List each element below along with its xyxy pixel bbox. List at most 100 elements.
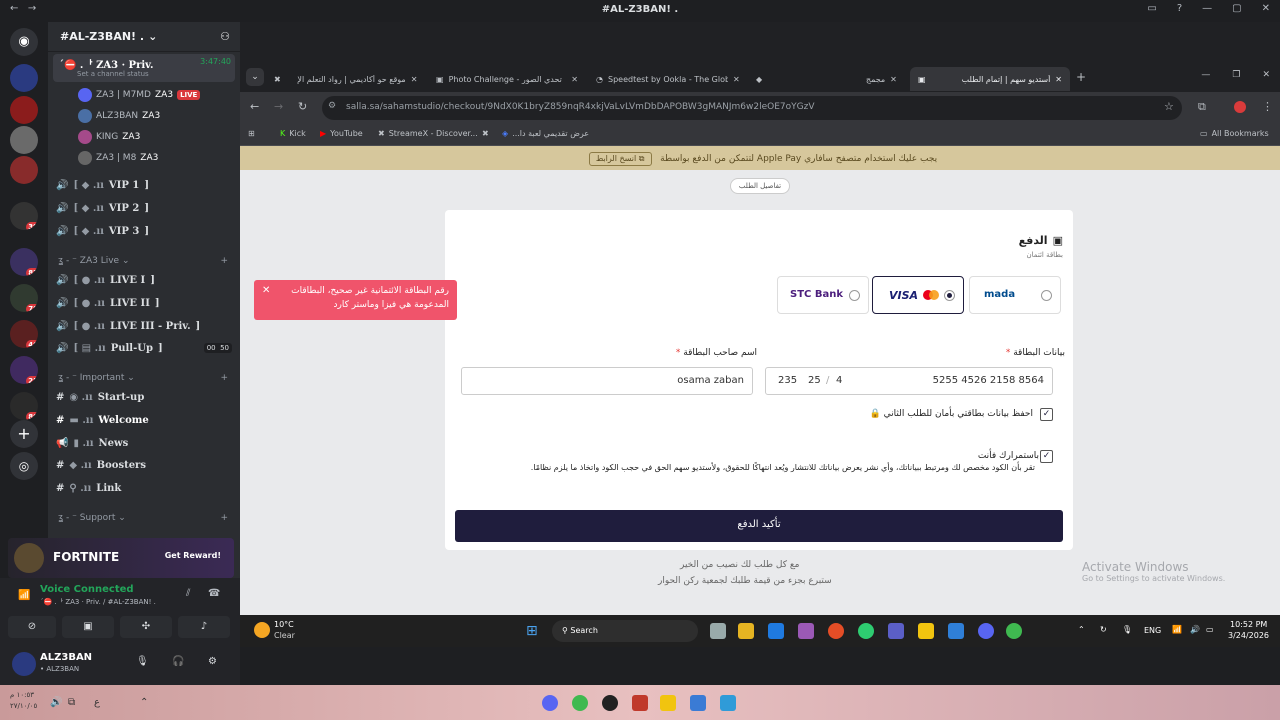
maximize-button[interactable]: ▢ xyxy=(1232,3,1241,14)
server-icon[interactable] xyxy=(10,96,38,124)
active-voice-channel[interactable]: ´⛔ .ᅡ ZA3 · Priv. 3:47:40 Set a channel … xyxy=(53,54,235,82)
channel-status[interactable]: Set a channel status xyxy=(77,70,149,78)
chrome-icon[interactable] xyxy=(828,623,844,639)
tab-close-icon[interactable]: ✕ xyxy=(411,75,418,84)
card-number-input[interactable]: 5255 4526 2158 8564 xyxy=(933,375,1044,386)
voice-channel-vip2[interactable]: 🔊[ ◆ .ıı VIP 2 ] xyxy=(56,198,234,218)
server-icon[interactable]: 25 xyxy=(10,356,38,384)
server-icon[interactable]: 82 xyxy=(10,248,38,276)
agree-checkbox[interactable]: ✓ xyxy=(1040,450,1053,463)
apps-grid-icon[interactable]: ⊞ xyxy=(248,129,255,138)
forward-icon[interactable]: → xyxy=(274,100,283,113)
copy-link-button[interactable]: انسخ الرابط ⧉ xyxy=(588,152,652,166)
headphones-icon[interactable]: 🎧 xyxy=(172,656,184,667)
text-channel-startup[interactable]: # ◉ .ıı Start-up xyxy=(56,387,234,407)
weather-icon[interactable] xyxy=(254,622,270,638)
radio[interactable] xyxy=(1041,290,1052,301)
expiry-year-input[interactable]: 25 xyxy=(808,375,821,386)
add-server-icon[interactable]: + xyxy=(10,420,38,448)
bookmark-star-icon[interactable]: ☆ xyxy=(1164,100,1174,113)
start-icon[interactable]: ⊞ xyxy=(526,623,538,639)
text-channel-link[interactable]: # ⚲ .ıı Link xyxy=(56,478,234,498)
tab-search-button[interactable]: ⌄ xyxy=(246,68,264,86)
tab-saham-studio[interactable]: ▣ أستديو سهم | إتمام الطلب ✕ xyxy=(910,67,1070,91)
file-explorer-icon[interactable] xyxy=(918,623,934,639)
discover-icon[interactable]: ◎ xyxy=(10,452,38,480)
server-icon[interactable] xyxy=(10,126,38,154)
tab-close-icon[interactable]: ✕ xyxy=(1055,75,1062,84)
tab-speedtest[interactable]: ◔ Speedtest by Ookla - The Globa ✕ xyxy=(588,67,748,91)
username[interactable]: ALZ3BAN xyxy=(40,652,92,663)
tab-close-icon[interactable]: ✕ xyxy=(733,75,740,84)
bookmark-presentation[interactable]: ◈ عرض تقديمي لعبة دا... xyxy=(502,129,589,138)
voice-member[interactable]: ZA3 | M8 ZA3 xyxy=(78,151,158,165)
server-icon[interactable]: 46 xyxy=(10,320,38,348)
tab-close-icon[interactable]: ✕ xyxy=(890,75,897,84)
clock-time[interactable]: 10:52 PM xyxy=(1230,620,1267,629)
method-visa-mastercard[interactable]: VISA xyxy=(872,276,964,314)
close-button[interactable]: ✕ xyxy=(1262,70,1270,80)
activities-button[interactable]: ✣ xyxy=(120,616,172,638)
voice-channel-live3[interactable]: 🔊[ ● .ıı LIVE III - Priv. ] xyxy=(56,316,234,336)
inbox-icon[interactable]: ▭ xyxy=(1147,3,1156,14)
app-icon[interactable] xyxy=(948,623,964,639)
microphone-icon[interactable]: 🎙 xyxy=(136,656,149,667)
keyboard-icon[interactable]: ع xyxy=(94,697,100,708)
minimize-button[interactable]: — xyxy=(1201,70,1210,80)
voice-member[interactable]: ZA3 | M7MD ZA3 LIVE xyxy=(78,88,201,102)
chrome-active-icon[interactable] xyxy=(1006,623,1022,639)
chrome-icon[interactable] xyxy=(572,695,588,711)
discord-home-icon[interactable]: ◉ xyxy=(10,28,38,56)
task-view-icon[interactable] xyxy=(710,623,726,639)
bookmark-streamex[interactable]: ✖ StreameX - Discover... xyxy=(378,129,478,138)
camera-off-button[interactable]: ⊘ xyxy=(8,616,56,638)
category-za3-live[interactable]: ʓ - ⁻ ZA3 Live ⌄ + xyxy=(58,256,228,266)
help-icon[interactable]: ? xyxy=(1177,3,1182,14)
avatar[interactable] xyxy=(12,652,36,676)
voice-status[interactable]: Voice Connected xyxy=(40,584,134,595)
category-support[interactable]: ʓ - ⁻ Support ⌄ + xyxy=(58,513,228,523)
voice-channel-pullup[interactable]: 🔊[ ▤ .ıı Pull-Up ] 00 50 xyxy=(56,338,234,358)
profile-icon[interactable] xyxy=(1234,101,1246,113)
menu-icon[interactable]: ⋮ xyxy=(1262,100,1273,113)
promo-banner[interactable]: FORTNITE Get Reward! xyxy=(8,538,234,578)
expiry-month-input[interactable]: 4 xyxy=(836,375,842,386)
confirm-payment-button[interactable]: تأكيد الدفع xyxy=(455,510,1063,542)
all-bookmarks[interactable]: ▭ All Bookmarks xyxy=(1200,129,1269,138)
order-details-button[interactable]: تفاصيل الطلب xyxy=(730,178,790,194)
voice-member[interactable]: KING ZA3 xyxy=(78,130,140,144)
bookmark-kick[interactable]: K Kick xyxy=(280,129,306,138)
tab-close-icon[interactable]: ✕ xyxy=(571,75,578,84)
close-button[interactable]: ✕ xyxy=(1262,3,1270,14)
chevron-up-icon[interactable]: ⌃ xyxy=(140,697,148,708)
reload-icon[interactable]: ↻ xyxy=(298,100,307,113)
obs-icon[interactable] xyxy=(602,695,618,711)
teams-icon[interactable] xyxy=(888,623,904,639)
add-channel-icon[interactable]: + xyxy=(220,513,228,523)
settings-gear-icon[interactable]: ⚙ xyxy=(208,656,217,667)
weather-temp[interactable]: 10°C xyxy=(274,620,294,629)
server-header[interactable]: #AL-Z3BAN! . ⌄ ⚇ xyxy=(48,22,240,52)
acrobat-icon[interactable] xyxy=(632,695,648,711)
tray-mic-icon[interactable]: 🎙 xyxy=(1122,625,1132,634)
discord-icon[interactable] xyxy=(542,695,558,711)
copilot-icon[interactable] xyxy=(798,623,814,639)
toast-close-icon[interactable]: ✕ xyxy=(262,284,270,298)
text-channel-welcome[interactable]: # ▬ .ıı Welcome xyxy=(56,410,234,430)
extensions-icon[interactable]: ⧉ xyxy=(1198,100,1206,114)
cvv-input[interactable]: 235 xyxy=(778,375,797,386)
server-icon[interactable]: 39 xyxy=(10,202,38,230)
tab-photo-challenge[interactable]: ▣ Photo Challenge - تحدي الصور ✕ xyxy=(428,67,586,91)
radio[interactable] xyxy=(849,290,860,301)
get-reward-button[interactable]: Get Reward! xyxy=(165,551,221,560)
app-icon[interactable] xyxy=(690,695,706,711)
voice-member[interactable]: ALZ3BAN ZA3 xyxy=(78,109,160,123)
add-member-icon[interactable]: ⚇ xyxy=(220,30,230,43)
site-info-icon[interactable]: ⚙ xyxy=(328,101,336,111)
voice-channel-live2[interactable]: 🔊[ ● .ıı LIVE II ] xyxy=(56,293,234,313)
save-card-checkbox[interactable]: ✓ xyxy=(1040,408,1053,421)
tab-majma[interactable]: ◆ مجمج ✕ xyxy=(748,67,906,91)
back-icon[interactable]: ← xyxy=(250,100,259,113)
method-stc-bank[interactable]: STC Bank xyxy=(777,276,869,314)
screen-share-button[interactable]: ▣ xyxy=(62,616,114,638)
